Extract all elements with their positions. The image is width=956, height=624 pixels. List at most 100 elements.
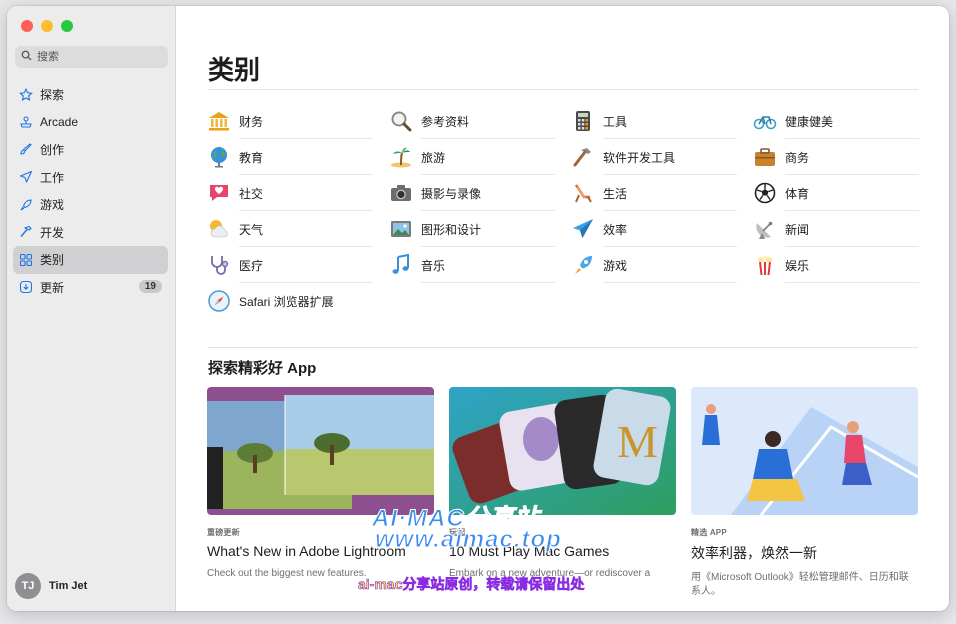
category-label: 商务 [785, 150, 810, 165]
globe-icon [207, 145, 231, 169]
user-account[interactable]: TJ Tim Jet [15, 573, 87, 599]
search-field[interactable] [15, 46, 168, 68]
category-sports[interactable]: 体育 [753, 175, 935, 211]
category-label: Safari 浏览器扩展 [239, 294, 334, 309]
sidebar-item-work[interactable]: 工作 [13, 164, 168, 192]
sidebar-item-arcade[interactable]: Arcade [13, 109, 168, 137]
calculator-icon [571, 109, 595, 133]
sidebar-item-label: 游戏 [40, 198, 65, 213]
category-label: 娱乐 [785, 258, 810, 273]
section-title: 探索精彩好 App [208, 360, 317, 377]
rocket-icon [571, 253, 595, 277]
category-label: 财务 [239, 114, 264, 129]
hammer-icon [19, 225, 33, 239]
category-label: 游戏 [603, 258, 628, 273]
category-label: 音乐 [421, 258, 446, 273]
sidebar-item-label: 探索 [40, 88, 65, 103]
search-input[interactable] [37, 51, 157, 63]
category-social[interactable]: 社交 [207, 175, 389, 211]
joystick-icon [19, 115, 33, 129]
briefcase-icon [753, 145, 777, 169]
category-label: 天气 [239, 222, 264, 237]
category-medical[interactable]: 医疗 [207, 247, 389, 283]
sidebar-nav: 探索 Arcade 创作 工作 游戏 开发 类别 更新 19 [13, 81, 168, 301]
category-label: 医疗 [239, 258, 264, 273]
paperplane-icon [19, 170, 33, 184]
popcorn-icon [753, 253, 777, 277]
page-title: 类别 [208, 55, 261, 85]
category-music[interactable]: 音乐 [389, 247, 571, 283]
story-image-lightroom [207, 387, 434, 515]
category-label: 效率 [603, 222, 628, 237]
updates-count-badge: 19 [138, 279, 162, 293]
window-controls [21, 20, 73, 32]
story-card[interactable]: M 玩起 10 Must Play Mac Games Embark on a … [449, 387, 676, 599]
category-finance[interactable]: 财务 [207, 103, 389, 139]
category-news[interactable]: 新闻 [753, 211, 935, 247]
sidebar-item-updates[interactable]: 更新 19 [13, 274, 168, 302]
svg-text:M: M [617, 416, 658, 467]
sidebar-item-create[interactable]: 创作 [13, 136, 168, 164]
soccer-ball-icon [753, 181, 777, 205]
beach-chair-icon [571, 181, 595, 205]
category-weather[interactable]: 天气 [207, 211, 389, 247]
category-health-fitness[interactable]: 健康健美 [753, 103, 935, 139]
sidebar-item-label: 开发 [40, 225, 65, 240]
brush-icon [19, 143, 33, 157]
category-photo-video[interactable]: 摄影与录像 [389, 175, 571, 211]
story-title: 效率利器，焕然一新 [691, 545, 817, 561]
sidebar-item-label: 创作 [40, 143, 65, 158]
minimize-button[interactable] [41, 20, 53, 32]
category-entertainment[interactable]: 娱乐 [753, 247, 935, 283]
category-reference[interactable]: 参考资料 [389, 103, 571, 139]
stethoscope-icon [207, 253, 231, 277]
story-card[interactable]: 精选 APP 效率利器，焕然一新 用《Microsoft Outlook》轻松管… [691, 387, 918, 599]
close-button[interactable] [21, 20, 33, 32]
category-label: 旅游 [421, 150, 446, 165]
category-games[interactable]: 游戏 [571, 247, 753, 283]
bicycle-icon [753, 109, 777, 133]
category-productivity[interactable]: 效率 [571, 211, 753, 247]
category-lifestyle[interactable]: 生活 [571, 175, 753, 211]
story-description: 用《Microsoft Outlook》轻松管理邮件、日历和联系人。 [691, 572, 909, 597]
category-label: 教育 [239, 150, 264, 165]
category-label: 软件开发工具 [603, 150, 676, 165]
category-business[interactable]: 商务 [753, 139, 935, 175]
story-image-outlook [691, 387, 918, 515]
category-grid: 财务 参考资料 工具 健康健美 教育 旅游 软件开发工具 商务 社交 摄影与录像… [207, 103, 919, 319]
divider [208, 89, 918, 90]
watermark-url: www.aimac.top [375, 526, 562, 554]
story-card[interactable]: 重磅更新 What's New in Adobe Lightroom Check… [207, 387, 434, 599]
category-label: 生活 [603, 186, 628, 201]
sidebar: 探索 Arcade 创作 工作 游戏 开发 [7, 6, 176, 611]
category-utilities[interactable]: 工具 [571, 103, 753, 139]
download-icon [19, 280, 33, 294]
story-eyebrow: 精选 APP [691, 528, 727, 537]
feature-cards: 重磅更新 What's New in Adobe Lightroom Check… [207, 387, 918, 599]
category-graphics-design[interactable]: 图形和设计 [389, 211, 571, 247]
camera-icon [389, 181, 413, 205]
category-label: 摄影与录像 [421, 186, 482, 201]
sidebar-item-games[interactable]: 游戏 [13, 191, 168, 219]
category-safari-extensions[interactable]: Safari 浏览器扩展 [207, 283, 389, 319]
sidebar-item-categories[interactable]: 类别 [13, 246, 168, 274]
sun-cloud-icon [207, 217, 231, 241]
category-education[interactable]: 教育 [207, 139, 389, 175]
category-label: 图形和设计 [421, 222, 482, 237]
satellite-dish-icon [753, 217, 777, 241]
music-note-icon [389, 253, 413, 277]
sidebar-item-develop[interactable]: 开发 [13, 219, 168, 247]
avatar: TJ [15, 573, 41, 599]
sidebar-item-label: 类别 [40, 253, 65, 268]
category-label: 新闻 [785, 222, 810, 237]
story-image-games: M [449, 387, 676, 515]
palm-tree-icon [389, 145, 413, 169]
category-label: 参考资料 [421, 114, 470, 129]
category-travel[interactable]: 旅游 [389, 139, 571, 175]
user-name: Tim Jet [49, 580, 88, 592]
compass-icon [207, 289, 231, 313]
zoom-button[interactable] [61, 20, 73, 32]
picture-icon [389, 217, 413, 241]
category-developer-tools[interactable]: 软件开发工具 [571, 139, 753, 175]
sidebar-item-discover[interactable]: 探索 [13, 81, 168, 109]
